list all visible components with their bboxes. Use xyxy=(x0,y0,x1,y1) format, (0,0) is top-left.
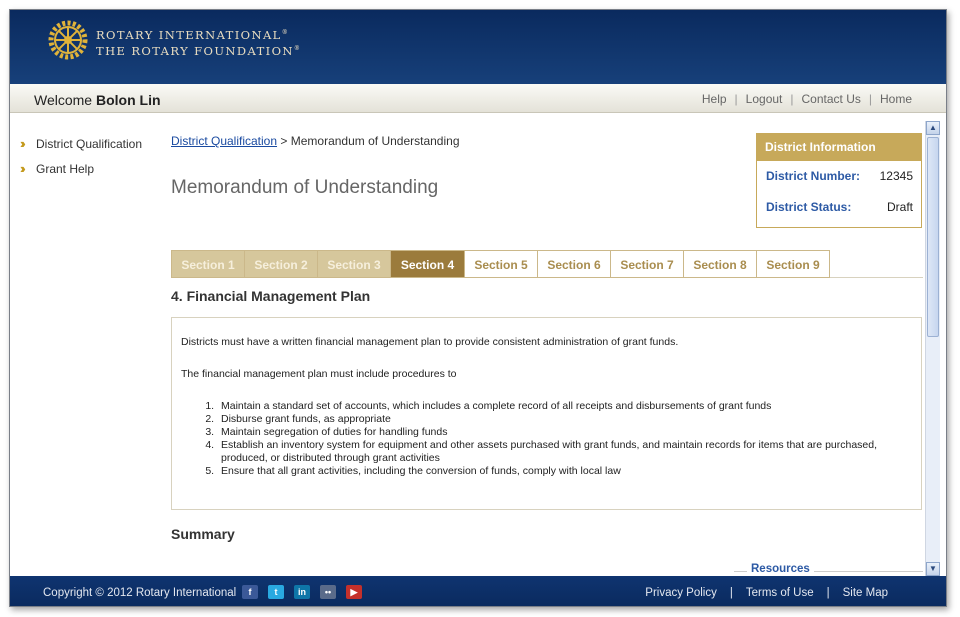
summary-heading: Summary xyxy=(171,526,235,542)
youtube-icon[interactable]: ▶ xyxy=(346,585,362,599)
breadcrumb-separator: > xyxy=(280,134,288,148)
sidebar: ›› District Qualification ›› Grant Help xyxy=(20,136,170,186)
tab-section-6[interactable]: Section 6 xyxy=(537,250,611,278)
district-status-label: District Status: xyxy=(766,200,852,214)
scroll-up-icon[interactable]: ▲ xyxy=(926,121,940,135)
facebook-icon[interactable]: f xyxy=(242,585,258,599)
rotary-wheel-logo[interactable] xyxy=(48,20,88,60)
procedure-list: Maintain a standard set of accounts, whi… xyxy=(217,400,912,478)
sidebar-item-label: District Qualification xyxy=(36,136,143,151)
list-item: Ensure that all grant activities, includ… xyxy=(217,465,912,478)
breadcrumb-link-district-qualification[interactable]: District Qualification xyxy=(171,134,277,148)
scroll-down-icon[interactable]: ▼ xyxy=(926,562,940,576)
district-information-panel: District Information District Number: 12… xyxy=(756,133,922,228)
tab-section-1[interactable]: Section 1 xyxy=(171,250,245,278)
tab-section-3[interactable]: Section 3 xyxy=(317,250,391,278)
sidebar-item-district-qualification[interactable]: ›› District Qualification xyxy=(20,136,170,151)
twitter-icon[interactable]: t xyxy=(268,585,284,599)
site-map-link[interactable]: Site Map xyxy=(843,587,888,599)
welcome-bar: Welcome Bolon Lin Help | Logout | Contact Us… xyxy=(10,84,946,113)
section-content-box: Districts must have a written financial … xyxy=(171,317,922,510)
tab-section-7[interactable]: Section 7 xyxy=(610,250,684,278)
list-item: Maintain a standard set of accounts, whi… xyxy=(217,400,912,413)
tab-section-8[interactable]: Section 8 xyxy=(683,250,757,278)
district-number-row: District Number: 12345 xyxy=(757,161,921,192)
list-item: Maintain segregation of duties for handl… xyxy=(217,426,912,439)
breadcrumb-current: Memorandum of Understanding xyxy=(290,134,460,148)
help-link[interactable]: Help xyxy=(702,92,727,106)
list-item: Establish an inventory system for equipm… xyxy=(217,439,912,465)
logo-text: ROTARY INTERNATIONAL® THE ROTARY FOUNDAT… xyxy=(96,26,301,58)
tab-section-4[interactable]: Section 4 xyxy=(390,250,465,278)
copyright-text: Copyright © 2012 Rotary International xyxy=(43,587,237,599)
vertical-scrollbar[interactable]: ▲ ▼ xyxy=(925,121,940,576)
foundation-name: THE ROTARY FOUNDATION xyxy=(96,43,294,58)
tab-section-5[interactable]: Section 5 xyxy=(464,250,538,278)
user-name: Bolon Lin xyxy=(95,92,161,108)
section-intro: Districts must have a written financial … xyxy=(181,336,679,348)
district-number-label: District Number: xyxy=(766,169,861,183)
privacy-policy-link[interactable]: Privacy Policy xyxy=(645,587,717,599)
district-info-title: District Information xyxy=(757,134,921,161)
site-header: ROTARY INTERNATIONAL® THE ROTARY FOUNDAT… xyxy=(10,10,946,84)
home-link[interactable]: Home xyxy=(880,92,912,106)
section-lead: The financial management plan must inclu… xyxy=(181,368,457,380)
district-number-value: 12345 xyxy=(879,169,913,183)
scrollbar-thumb[interactable] xyxy=(927,137,939,337)
district-status-row: District Status: Draft xyxy=(757,192,921,223)
page-title: Memorandum of Understanding xyxy=(171,177,439,198)
section-tabs: Section 1 Section 2 Section 3 Section 4 … xyxy=(171,250,923,278)
linkedin-icon[interactable]: in xyxy=(294,585,310,599)
registered-mark: ® xyxy=(281,29,290,36)
browser-window: ROTARY INTERNATIONAL® THE ROTARY FOUNDAT… xyxy=(9,9,947,607)
resources-heading: Resources xyxy=(747,563,814,575)
double-chevron-right-icon: ›› xyxy=(20,136,26,151)
welcome-message: Welcome Bolon Lin xyxy=(34,92,161,108)
main-content: District Qualification > Memorandum of U… xyxy=(171,113,923,576)
district-status-value: Draft xyxy=(886,200,913,214)
flickr-icon[interactable]: •• xyxy=(320,585,336,599)
registered-mark: ® xyxy=(293,44,302,52)
org-name: ROTARY INTERNATIONAL xyxy=(96,27,282,42)
section-title: 4. Financial Management Plan xyxy=(171,288,371,304)
site-footer: Copyright © 2012 Rotary International f … xyxy=(10,576,946,606)
tab-section-9[interactable]: Section 9 xyxy=(756,250,830,278)
double-chevron-right-icon: ›› xyxy=(20,161,26,176)
terms-of-use-link[interactable]: Terms of Use xyxy=(746,587,814,599)
breadcrumb: District Qualification > Memorandum of U… xyxy=(171,134,460,148)
list-item: Disburse grant funds, as appropriate xyxy=(217,413,912,426)
welcome-prefix: Welcome xyxy=(34,92,93,108)
tab-section-2[interactable]: Section 2 xyxy=(244,250,318,278)
footer-links: Privacy Policy | Terms of Use | Site Map xyxy=(645,587,888,599)
sidebar-item-grant-help[interactable]: ›› Grant Help xyxy=(20,161,170,176)
contact-us-link[interactable]: Contact Us xyxy=(802,92,861,106)
top-nav: Help | Logout | Contact Us | Home xyxy=(701,92,912,106)
sidebar-item-label: Grant Help xyxy=(36,161,95,176)
social-links: f t in •• ▶ xyxy=(242,585,362,599)
logout-link[interactable]: Logout xyxy=(746,92,783,106)
